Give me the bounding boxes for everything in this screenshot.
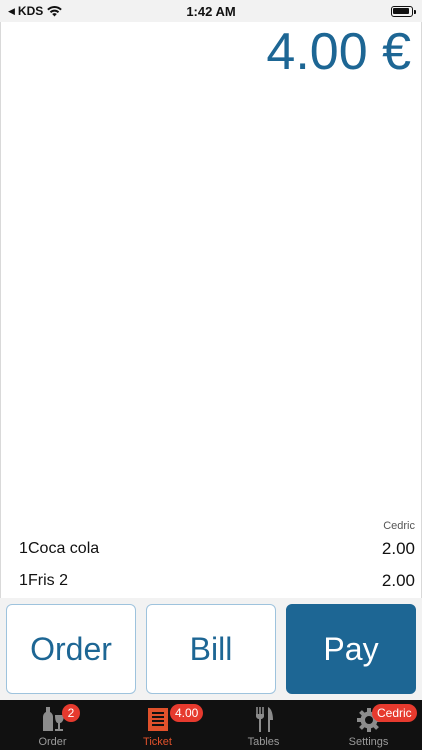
pay-button[interactable]: Pay: [286, 604, 416, 694]
tab-tables[interactable]: Tables: [211, 700, 316, 750]
line-name: Coca cola: [28, 540, 100, 557]
ticket-total-badge: 4.00: [170, 704, 204, 722]
bill-button[interactable]: Bill: [146, 604, 276, 694]
tab-settings-label: Settings: [348, 736, 389, 748]
ticket-panel: 4.00 € Cedric 1 Coca cola 2.00 1 Fris 2 …: [0, 22, 422, 598]
status-time: 1:42 AM: [186, 4, 236, 19]
line-price: 2.00: [381, 571, 415, 590]
line-price: 2.00: [381, 539, 415, 558]
tab-tables-label: Tables: [247, 736, 280, 748]
ticket-user: Cedric: [383, 520, 415, 532]
tab-ticket-label: Ticket: [143, 736, 172, 748]
receipt-icon: [147, 708, 168, 731]
user-badge: Cedric: [372, 704, 417, 722]
line-quantity: 1: [19, 572, 28, 589]
ticket-line[interactable]: 1 Fris 2 2.00: [19, 568, 415, 594]
status-bar: ◀ KDS 1:42 AM: [0, 0, 422, 22]
line-quantity: 1: [19, 540, 28, 557]
fork-knife-icon: [255, 707, 273, 732]
order-count-badge: 2: [62, 704, 80, 722]
tab-settings[interactable]: Cedric Settings: [316, 700, 421, 750]
ticket-line[interactable]: 1 Coca cola 2.00: [19, 536, 415, 562]
tab-bar: 2 Order 4.00 Ticket Tables Cedric Settin…: [0, 700, 422, 750]
tab-order[interactable]: 2 Order: [0, 700, 105, 750]
order-button[interactable]: Order: [6, 604, 136, 694]
tab-ticket[interactable]: 4.00 Ticket: [105, 700, 210, 750]
ticket-total: 4.00 €: [266, 23, 411, 81]
battery-icon: [391, 6, 416, 17]
line-name: Fris 2: [28, 572, 68, 589]
tab-order-label: Order: [38, 736, 67, 748]
